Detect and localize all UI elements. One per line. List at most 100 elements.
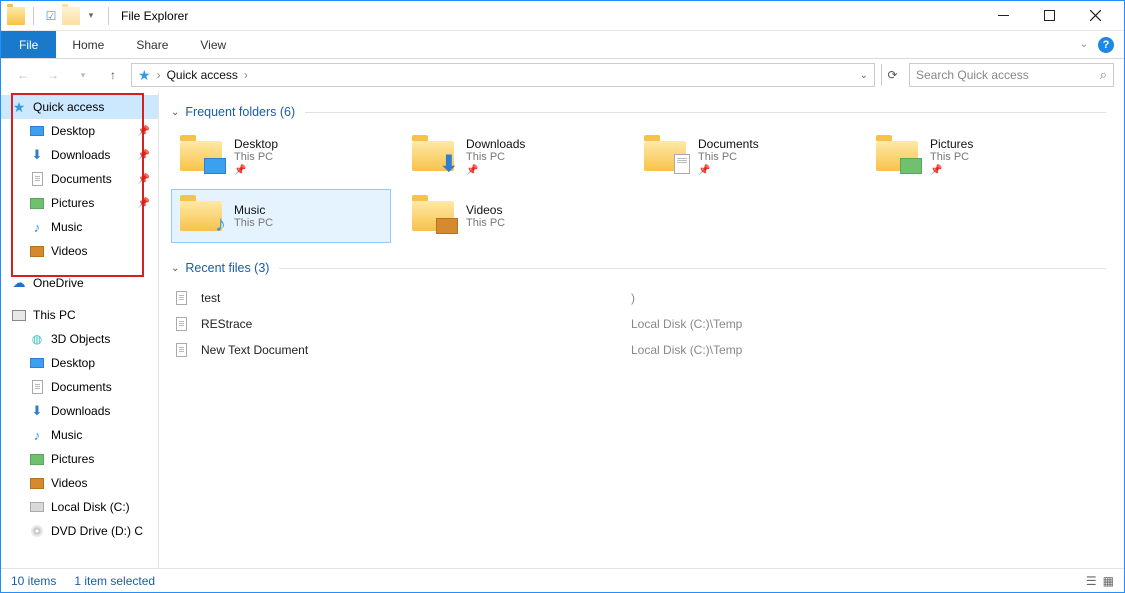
refresh-button[interactable]: ⟳ <box>881 64 903 86</box>
tree-label: 3D Objects <box>51 332 110 346</box>
window-title: File Explorer <box>121 9 188 23</box>
tree-item-videos[interactable]: Videos <box>1 239 158 263</box>
tree-item-localdisk[interactable]: Local Disk (C:) <box>1 495 158 519</box>
tree-item-videos[interactable]: Videos <box>1 471 158 495</box>
pin-icon: 📌 <box>138 198 150 209</box>
tree-label: Downloads <box>51 404 110 418</box>
cloud-icon: ☁ <box>11 275 27 291</box>
recent-path: ) <box>631 291 635 305</box>
pin-icon: 📌 <box>466 165 525 176</box>
tab-share[interactable]: Share <box>120 31 184 58</box>
ribbon-expand-icon[interactable]: ⌄ <box>1080 39 1088 50</box>
tree-label: Documents <box>51 380 112 394</box>
separator <box>33 7 34 25</box>
tree-label: Documents <box>51 172 112 186</box>
search-box[interactable]: ⌕ <box>909 63 1114 87</box>
tree-label: Pictures <box>51 196 94 210</box>
monitor-icon <box>29 355 45 371</box>
document-icon <box>29 379 45 395</box>
cube-icon: ◍ <box>29 331 45 347</box>
pin-icon: 📌 <box>138 174 150 185</box>
qat-newfolder-icon[interactable] <box>62 7 80 25</box>
section-recent-header[interactable]: ⌄ Recent files (3) <box>171 261 1106 275</box>
recent-row[interactable]: REStraceLocal Disk (C:)\Temp <box>171 311 1106 337</box>
folder-card[interactable]: PicturesThis PC📌 <box>867 129 1087 183</box>
tree-label: Pictures <box>51 452 94 466</box>
tree-item-desktop[interactable]: Desktop📌 <box>1 119 158 143</box>
tree-item-pictures[interactable]: Pictures 📌 <box>1 191 158 215</box>
folder-name: Documents <box>698 137 759 151</box>
maximize-button[interactable] <box>1026 1 1072 31</box>
minimize-button[interactable] <box>980 1 1026 31</box>
document-icon <box>29 171 45 187</box>
tree-item-music[interactable]: ♪Music <box>1 423 158 447</box>
folder-card[interactable]: DocumentsThis PC📌 <box>635 129 855 183</box>
status-bar: 10 items 1 item selected ☰ ▦ <box>1 568 1124 592</box>
tab-view[interactable]: View <box>184 31 242 58</box>
folder-icon <box>874 137 920 175</box>
view-details-icon[interactable]: ☰ <box>1086 574 1097 588</box>
tree-item-downloads[interactable]: ⬇ Downloads <box>1 399 158 423</box>
app-icon <box>7 7 25 25</box>
video-icon <box>29 243 45 259</box>
tree-this-pc[interactable]: This PC <box>1 303 158 327</box>
breadcrumb-item[interactable]: Quick access <box>167 68 238 82</box>
title-bar: ☑ ▾ File Explorer <box>1 1 1124 31</box>
qat-properties-icon[interactable]: ☑ <box>42 7 60 25</box>
recent-name: New Text Document <box>201 343 621 357</box>
tab-home[interactable]: Home <box>56 31 120 58</box>
view-largeicons-icon[interactable]: ▦ <box>1103 574 1114 588</box>
search-input[interactable] <box>916 68 1100 82</box>
status-selection: 1 item selected <box>74 574 155 588</box>
content-pane: ⌄ Frequent folders (6) DesktopThis PC📌⬇D… <box>159 91 1124 568</box>
tab-file[interactable]: File <box>1 31 56 58</box>
tree-item-3dobjects[interactable]: ◍ 3D Objects <box>1 327 158 351</box>
tree-item-documents[interactable]: Documents 📌 <box>1 167 158 191</box>
qat-dropdown-icon[interactable]: ▾ <box>82 7 100 25</box>
music-icon: ♪ <box>29 427 45 443</box>
document-icon <box>171 317 191 331</box>
tree-label: Videos <box>51 244 87 258</box>
folder-card[interactable]: DesktopThis PC📌 <box>171 129 391 183</box>
tree-item-music[interactable]: ♪Music <box>1 215 158 239</box>
folder-card[interactable]: ⬇DownloadsThis PC📌 <box>403 129 623 183</box>
tree-quick-access[interactable]: ★ Quick access <box>1 95 158 119</box>
status-item-count: 10 items <box>11 574 56 588</box>
address-bar[interactable]: ★ › Quick access › ⌄ <box>131 63 875 87</box>
folder-card[interactable]: VideosThis PC <box>403 189 623 243</box>
forward-button[interactable]: → <box>41 63 65 87</box>
separator <box>108 7 109 25</box>
folder-card[interactable]: ♪MusicThis PC <box>171 189 391 243</box>
recent-path: Local Disk (C:)\Temp <box>631 343 742 357</box>
overlay-icon <box>674 154 690 177</box>
tree-item-dvddrive[interactable]: DVD Drive (D:) C <box>1 519 158 543</box>
pin-icon: 📌 <box>234 165 278 176</box>
recent-row[interactable]: New Text Document Local Disk (C:)\Temp <box>171 337 1106 363</box>
divider <box>279 268 1106 269</box>
folder-name: Pictures <box>930 137 973 151</box>
back-button[interactable]: ← <box>11 63 35 87</box>
recent-name: test <box>201 291 621 305</box>
address-dropdown-icon[interactable]: ⌄ <box>860 70 868 81</box>
tree-item-documents[interactable]: Documents <box>1 375 158 399</box>
history-dropdown[interactable]: ▾ <box>71 63 95 87</box>
folder-sub: This PC <box>466 217 505 229</box>
help-icon[interactable]: ? <box>1098 37 1114 53</box>
section-frequent-header[interactable]: ⌄ Frequent folders (6) <box>171 105 1106 119</box>
close-button[interactable] <box>1072 1 1118 31</box>
section-title: Recent files (3) <box>185 261 269 275</box>
tree-label: Videos <box>51 476 87 490</box>
tree-onedrive[interactable]: ☁OneDrive <box>1 271 158 295</box>
download-icon: ⬇ <box>29 403 45 419</box>
tree-item-downloads[interactable]: ⬇Downloads📌 <box>1 143 158 167</box>
tree-item-pictures[interactable]: Pictures <box>1 447 158 471</box>
navigation-tree[interactable]: ★ Quick access Desktop📌 ⬇Downloads📌 Docu… <box>1 91 159 568</box>
search-icon: ⌕ <box>1100 67 1107 83</box>
recent-name: REStrace <box>201 317 621 331</box>
quickaccess-icon: ★ <box>138 67 151 84</box>
chevron-down-icon: ⌄ <box>171 107 179 118</box>
up-button[interactable]: ↑ <box>101 63 125 87</box>
pin-icon: 📌 <box>930 165 973 176</box>
recent-row[interactable]: test) <box>171 285 1106 311</box>
tree-item-desktop[interactable]: Desktop <box>1 351 158 375</box>
